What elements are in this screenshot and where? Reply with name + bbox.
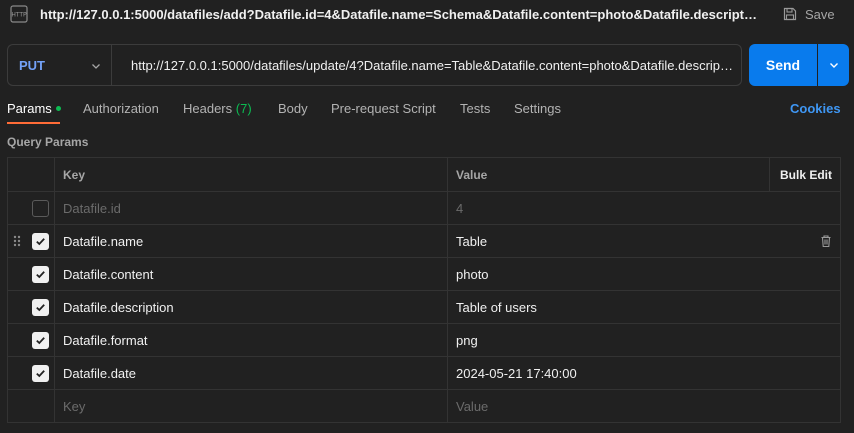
bulk-edit-label: Bulk Edit <box>779 167 832 182</box>
tab-pre-request-script[interactable]: Pre-request Script <box>331 101 436 116</box>
value-placeholder: Value <box>456 398 489 414</box>
key-column-header: Key <box>63 167 86 182</box>
method-label: PUT <box>19 57 45 73</box>
param-value-input[interactable]: Table <box>447 225 842 257</box>
param-key: Datafile.name <box>63 233 144 249</box>
headers-count: (7) <box>235 101 252 116</box>
value-column-header: Value <box>456 167 488 182</box>
param-key-input[interactable]: Datafile.format <box>54 324 447 356</box>
active-tab-indicator <box>7 122 60 124</box>
table-row: Datafile.description Table of users <box>8 290 840 323</box>
tab-headers-label: Headers <box>183 101 233 116</box>
param-value-input[interactable]: 2024-05-21 17:40:00 <box>447 357 842 389</box>
param-key: Datafile.date <box>63 365 136 381</box>
table-row: Datafile.date 2024-05-21 17:40:00 <box>8 356 840 389</box>
bulk-edit-button[interactable]: Bulk Edit <box>769 158 842 191</box>
table-row: Datafile.format png <box>8 323 840 356</box>
table-header-row: Key Value Bulk Edit <box>8 158 840 191</box>
param-value: 4 <box>456 200 464 216</box>
param-value-input[interactable]: Table of users <box>447 291 842 323</box>
url-text: http://127.0.0.1:5000/datafiles/update/4… <box>131 57 735 73</box>
chevron-down-icon <box>92 64 100 69</box>
request-tabs: Params Authorization Headers (7) Body Pr… <box>0 96 854 124</box>
query-params-title: Query Params <box>7 135 89 149</box>
checkmark-icon <box>35 369 45 377</box>
param-key: Datafile.id <box>63 200 121 216</box>
table-row: Datafile.name Table <box>8 224 840 257</box>
params-active-dot <box>55 106 61 111</box>
tab-params-label: Params <box>7 101 52 116</box>
cookies-link[interactable]: Cookies <box>790 101 841 116</box>
table-row-new: Key Value <box>8 389 840 422</box>
tab-authorization[interactable]: Authorization <box>83 101 159 116</box>
delete-icon[interactable] <box>819 234 833 248</box>
query-params-table: Key Value Bulk Edit Datafile.id 4 Datafi… <box>7 157 841 423</box>
param-key-input[interactable]: Datafile.id <box>54 192 447 224</box>
send-options-button[interactable] <box>818 44 849 86</box>
param-key: Datafile.format <box>63 332 148 348</box>
checkmark-icon <box>35 270 45 278</box>
param-key-input[interactable]: Datafile.content <box>54 258 447 290</box>
table-row: Datafile.content photo <box>8 257 840 290</box>
new-value-input[interactable]: Value <box>447 390 842 422</box>
tab-settings[interactable]: Settings <box>514 101 561 116</box>
checkmark-icon <box>35 237 45 245</box>
checkmark-icon <box>35 303 45 311</box>
param-key: Datafile.description <box>63 299 174 315</box>
param-key-input[interactable]: Datafile.name <box>54 225 447 257</box>
chevron-down-icon <box>829 63 838 68</box>
send-button[interactable]: Send <box>749 44 817 86</box>
tab-headers[interactable]: Headers (7) <box>183 101 252 116</box>
param-key-input[interactable]: Datafile.date <box>54 357 447 389</box>
param-value: 2024-05-21 17:40:00 <box>456 365 577 381</box>
row-checkbox[interactable] <box>31 298 49 316</box>
param-value: Table <box>456 233 488 249</box>
param-value-input[interactable]: 4 <box>447 192 842 224</box>
tab-body[interactable]: Body <box>278 101 308 116</box>
url-input[interactable]: http://127.0.0.1:5000/datafiles/update/4… <box>111 44 742 86</box>
title-bar: HTTP http://127.0.0.1:5000/datafiles/add… <box>0 0 854 30</box>
method-select[interactable]: PUT <box>7 44 111 86</box>
request-title[interactable]: http://127.0.0.1:5000/datafiles/add?Data… <box>40 7 760 22</box>
row-checkbox[interactable] <box>31 265 49 283</box>
tab-params[interactable]: Params <box>7 101 61 116</box>
row-checkbox[interactable] <box>31 232 49 250</box>
save-button[interactable]: Save <box>783 4 835 24</box>
param-value: png <box>456 332 478 348</box>
drag-handle-icon[interactable] <box>8 225 26 257</box>
save-icon <box>783 7 797 21</box>
param-value-input[interactable]: png <box>447 324 842 356</box>
param-value: photo <box>456 266 489 282</box>
http-icon: HTTP <box>10 5 28 23</box>
param-key-input[interactable]: Datafile.description <box>54 291 447 323</box>
tab-tests[interactable]: Tests <box>460 101 490 116</box>
table-row: Datafile.id 4 <box>8 191 840 224</box>
row-checkbox[interactable] <box>31 331 49 349</box>
key-placeholder: Key <box>63 398 86 414</box>
row-checkbox[interactable] <box>31 199 49 217</box>
new-key-input[interactable]: Key <box>54 390 447 422</box>
svg-text:HTTP: HTTP <box>11 12 27 19</box>
save-label: Save <box>805 6 835 22</box>
param-key: Datafile.content <box>63 266 154 282</box>
param-value: Table of users <box>456 299 537 315</box>
row-checkbox[interactable] <box>31 364 49 382</box>
param-value-input[interactable]: photo <box>447 258 842 290</box>
checkmark-icon <box>35 336 45 344</box>
